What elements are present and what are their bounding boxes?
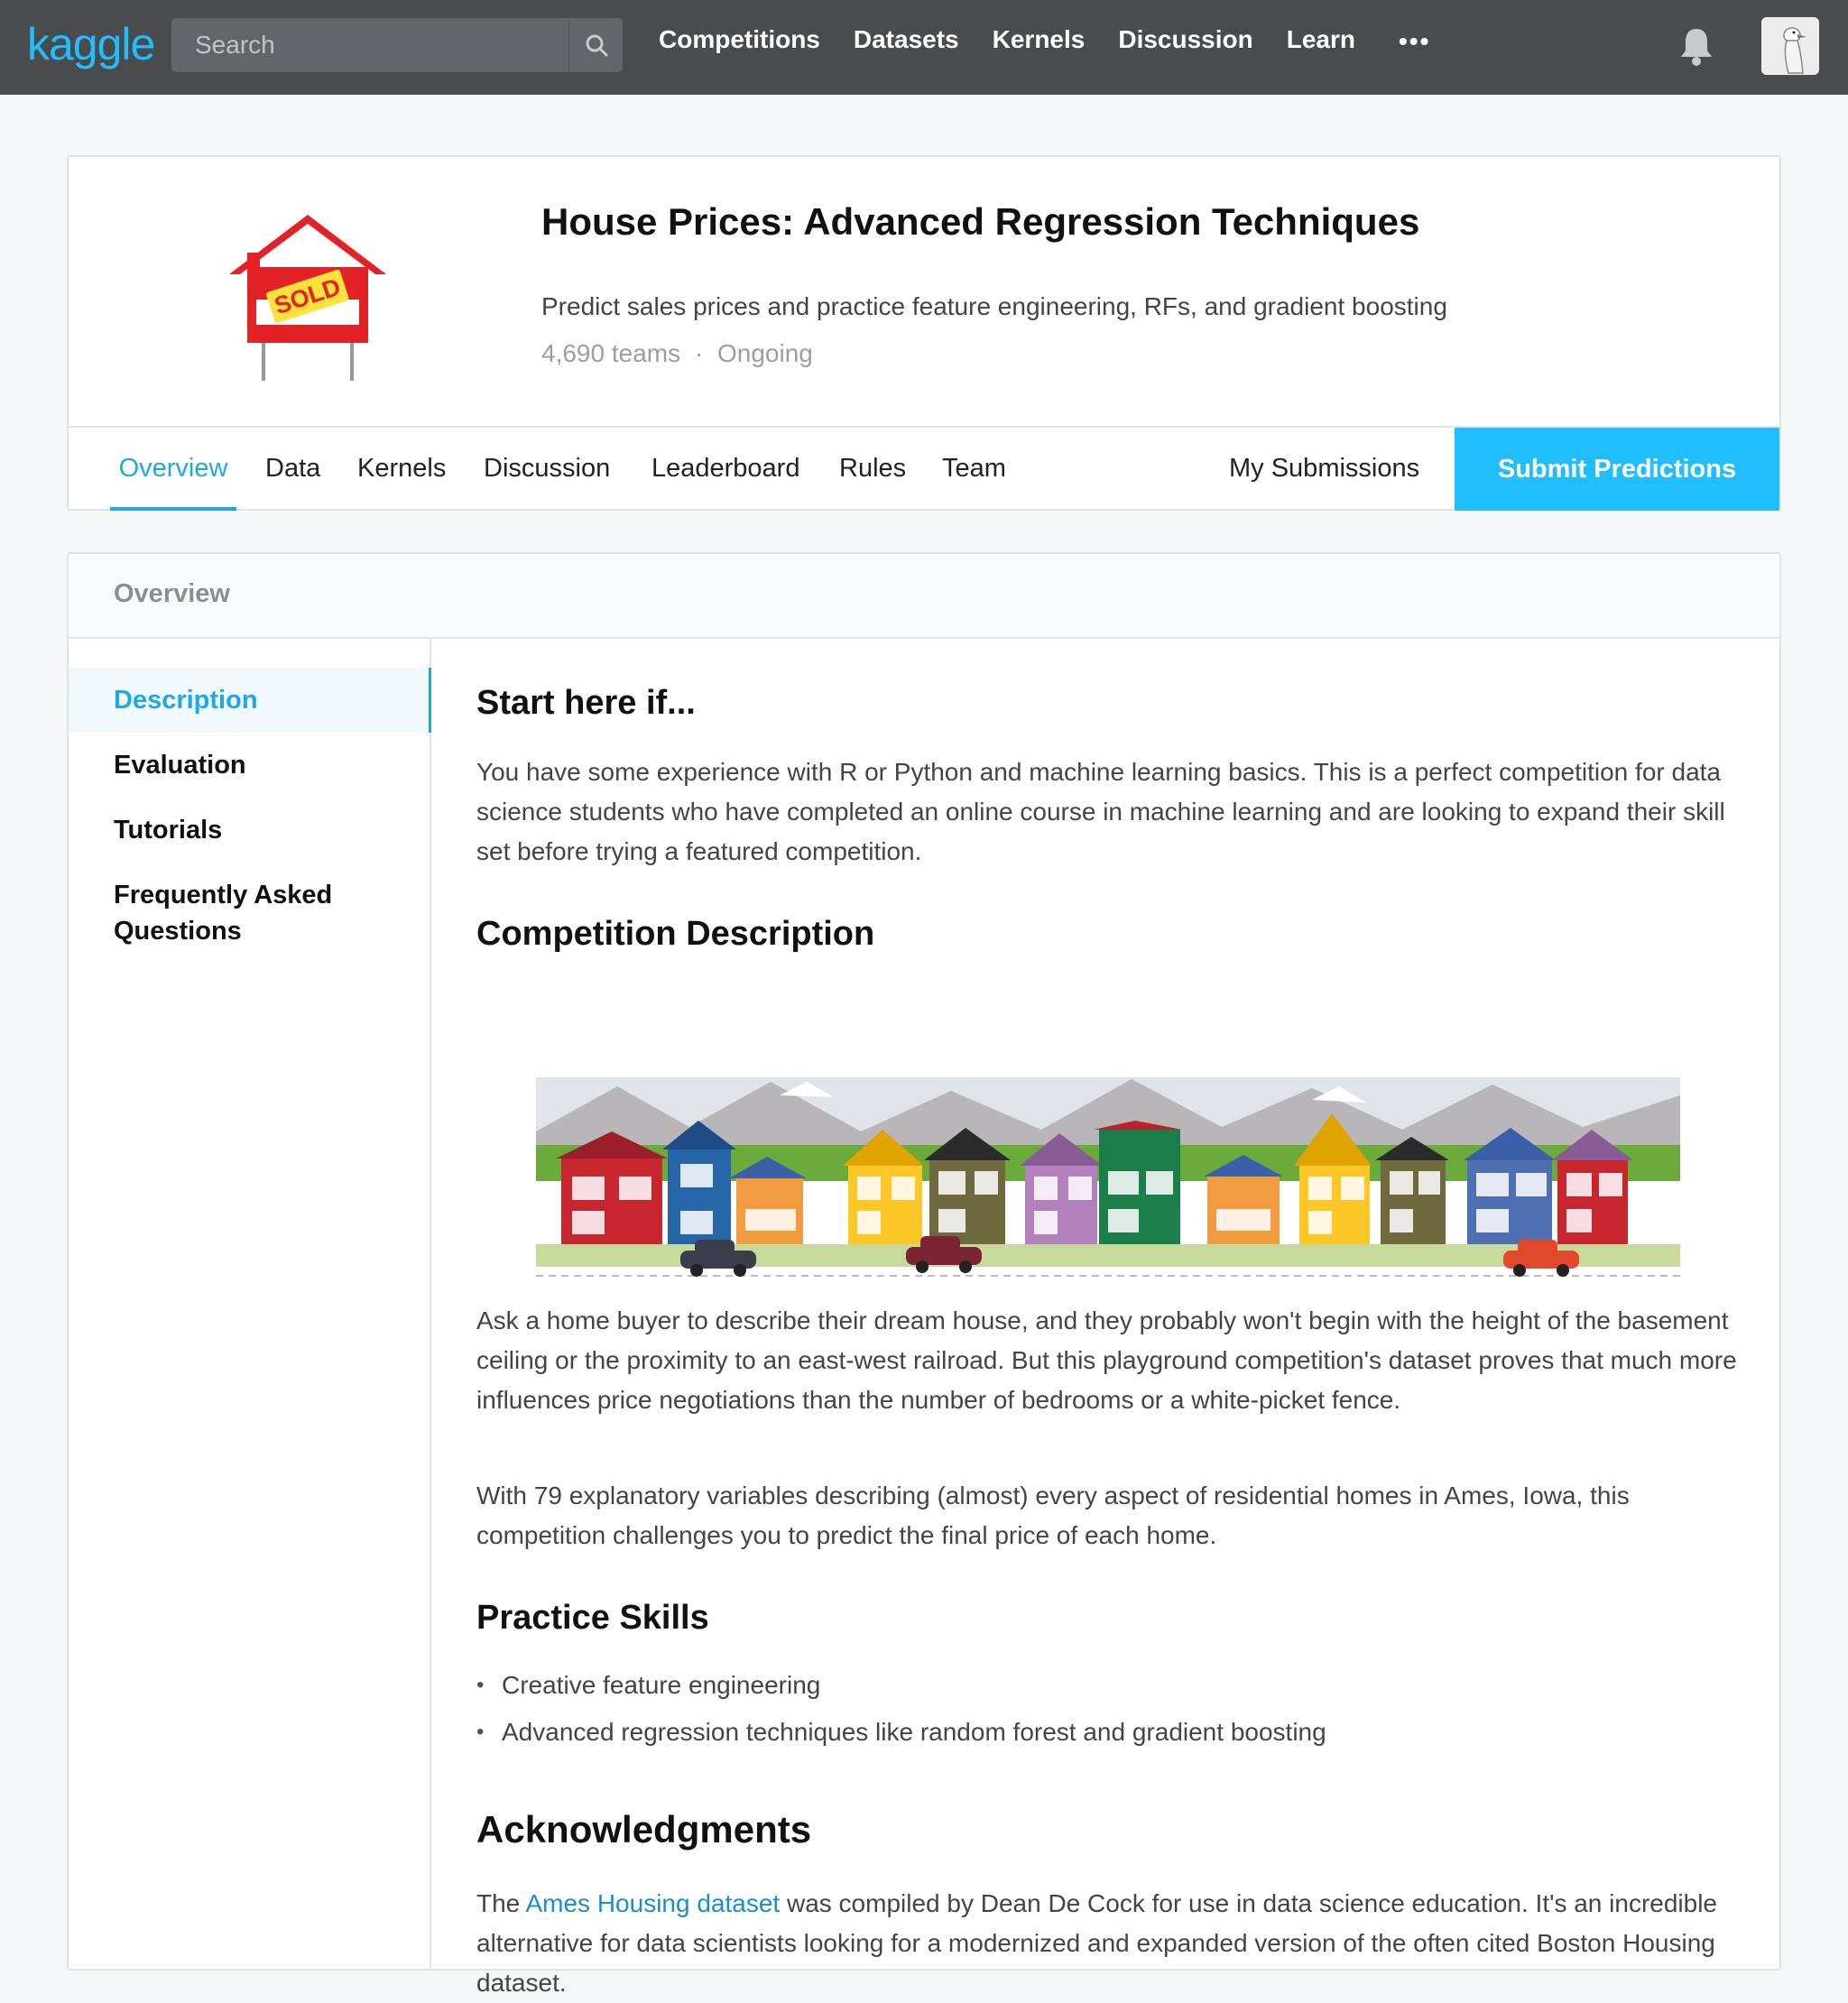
nav-datasets[interactable]: Datasets xyxy=(854,25,959,54)
competition-header: SOLD House Prices: Advanced Regression T… xyxy=(67,155,1781,511)
user-avatar[interactable] xyxy=(1761,17,1819,75)
kaggle-logo[interactable]: kaggle xyxy=(27,18,155,70)
overview-panel: Overview Description Evaluation Tutorial… xyxy=(67,552,1781,1997)
main-nav: Competitions Datasets Kernels Discussion… xyxy=(659,25,1389,54)
ack-text-pre: The xyxy=(476,1889,526,1917)
sidebar-item-evaluation[interactable]: Evaluation xyxy=(69,747,431,783)
notification-bell-icon[interactable] xyxy=(1677,25,1716,67)
meta-separator: · xyxy=(694,339,704,367)
tab-leaderboard[interactable]: Leaderboard xyxy=(651,428,799,511)
competition-subtitle: Predict sales prices and practice featur… xyxy=(541,292,1447,320)
start-here-text: You have some experience with R or Pytho… xyxy=(476,758,1725,865)
sidebar-item-faq-line1: Frequently Asked xyxy=(114,881,333,909)
list-item: Advanced regression techniques like rand… xyxy=(476,1712,1326,1759)
more-menu-icon[interactable]: ••• xyxy=(1399,27,1430,56)
overview-sidebar: Description Evaluation Tutorials Frequen… xyxy=(69,639,431,1971)
tab-kernels[interactable]: Kernels xyxy=(357,428,446,511)
section-title-start-here: Start here if... xyxy=(476,684,696,722)
search-input[interactable] xyxy=(171,18,567,72)
practice-skills-list: Creative feature engineering Advanced re… xyxy=(476,1666,1326,1759)
sidebar-item-faq[interactable]: Frequently Asked Questions xyxy=(69,877,431,949)
sidebar-item-faq-line2: Questions xyxy=(114,917,242,946)
list-item: Creative feature engineering xyxy=(476,1666,1326,1712)
section-title-acknowledgments: Acknowledgments xyxy=(476,1808,812,1851)
tab-rules[interactable]: Rules xyxy=(839,428,906,511)
overview-header-label: Overview xyxy=(114,579,230,608)
submit-predictions-button[interactable]: Submit Predictions xyxy=(1455,428,1779,511)
competition-status: Ongoing xyxy=(717,339,813,367)
competition-meta: 4,690 teams · Ongoing xyxy=(541,339,813,368)
competition-logo: SOLD xyxy=(222,211,393,387)
competition-title: House Prices: Advanced Regression Techni… xyxy=(541,200,1420,243)
my-submissions-link[interactable]: My Submissions xyxy=(1229,428,1419,511)
nav-competitions[interactable]: Competitions xyxy=(659,25,820,54)
competition-tabs: Overview Data Kernels Discussion Leaderb… xyxy=(69,426,1779,511)
goose-avatar-icon xyxy=(1761,17,1819,75)
tab-team[interactable]: Team xyxy=(942,428,1006,511)
section-title-competition-description: Competition Description xyxy=(476,915,875,953)
sidebar-item-tutorials[interactable]: Tutorials xyxy=(69,812,431,848)
nav-learn[interactable]: Learn xyxy=(1287,25,1355,54)
search-box[interactable] xyxy=(171,18,623,72)
team-count: 4,690 teams xyxy=(541,339,681,367)
top-navbar: kaggle Competitions Datasets Kernels Dis… xyxy=(0,0,1848,95)
search-icon xyxy=(586,34,607,57)
description-paragraph-1: Ask a home buyer to describe their dream… xyxy=(476,1306,1737,1414)
houses-banner-illustration xyxy=(536,1077,1680,1281)
nav-kernels[interactable]: Kernels xyxy=(993,25,1086,54)
overview-header: Overview xyxy=(69,554,1779,639)
description-paragraph-2: With 79 explanatory variables describing… xyxy=(476,1481,1630,1549)
search-button[interactable] xyxy=(568,18,623,72)
house-sold-sign-icon: SOLD xyxy=(229,215,386,381)
section-title-practice-skills: Practice Skills xyxy=(476,1599,709,1637)
nav-discussion[interactable]: Discussion xyxy=(1118,25,1252,54)
tab-overview[interactable]: Overview xyxy=(110,428,236,511)
acknowledgments-text: The Ames Housing dataset was compiled by… xyxy=(476,1884,1740,2003)
sidebar-item-description[interactable]: Description xyxy=(69,668,431,733)
ames-housing-dataset-link[interactable]: Ames Housing dataset xyxy=(525,1889,780,1917)
tab-discussion[interactable]: Discussion xyxy=(484,428,610,511)
tab-data[interactable]: Data xyxy=(265,428,320,511)
